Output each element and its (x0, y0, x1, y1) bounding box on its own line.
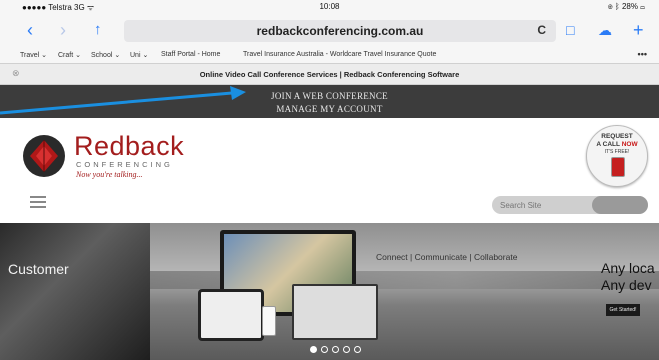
bookmark-folder-uni[interactable]: Uni ⌄ (130, 51, 148, 59)
search-box (492, 196, 648, 214)
phone-image (262, 306, 276, 336)
forward-icon[interactable]: › (60, 19, 66, 41)
ios-status-bar: ●●●●● Telstra 3G ᯤ 10:08 ⊛ ᛒ 28% ▭ (0, 0, 659, 14)
search-button[interactable] (592, 196, 648, 214)
bookmark-folder-school[interactable]: School ⌄ (91, 51, 120, 59)
search-input[interactable] (492, 196, 600, 214)
customer-slide-caption: Customer (8, 261, 69, 277)
slide-dot[interactable] (332, 346, 339, 353)
free-label: IT'S FREE! (604, 149, 630, 155)
brand-tagline: Now you're talking... (76, 170, 143, 179)
slide-dot[interactable] (321, 346, 328, 353)
hero-banner: Customer Connect | Communicate | Collabo… (0, 223, 659, 360)
icloud-tabs-icon[interactable]: ☁ (598, 19, 612, 41)
reload-icon[interactable]: C (537, 23, 546, 37)
url-text: redbackconferencing.com.au (256, 24, 424, 38)
site-header: Redback CONFERENCING Now you're talking.… (0, 118, 659, 223)
top-links-strip: JOIN A WEB CONFERENCE MANAGE MY ACCOUNT (0, 85, 659, 118)
clock: 10:08 (319, 2, 340, 11)
join-web-conference-link[interactable]: JOIN A WEB CONFERENCE (0, 91, 659, 101)
laptop-image (292, 284, 378, 340)
bookmark-staff-portal[interactable]: Staff Portal - Home (161, 51, 220, 58)
get-started-button[interactable]: Get Started! (606, 304, 640, 316)
slide-dot[interactable] (354, 346, 361, 353)
menu-icon[interactable] (30, 196, 46, 208)
request-call-button[interactable]: REQUEST A CALL NOW IT'S FREE! (586, 125, 648, 187)
bookmark-folder-craft[interactable]: Craft ⌄ (58, 51, 81, 59)
browser-screenshot: ●●●●● Telstra 3G ᯤ 10:08 ⊛ ᛒ 28% ▭ ‹ › ↑… (0, 0, 659, 360)
address-bar[interactable]: redbackconferencing.com.au C (124, 20, 556, 42)
bookmarks-bar: Travel ⌄ Craft ⌄ School ⌄ Uni ⌄ Staff Po… (0, 48, 659, 63)
tablet-image (198, 289, 264, 341)
request-call-label: REQUEST (601, 133, 633, 140)
slide-dot[interactable] (310, 346, 317, 353)
redback-logo-icon[interactable] (22, 134, 66, 178)
safari-toolbar: ‹ › ↑ redbackconferencing.com.au C □ ☁ + (0, 14, 659, 48)
phone-icon (611, 157, 625, 177)
slider-dots (310, 340, 365, 353)
hero-tagline: Connect | Communicate | Collaborate (376, 252, 518, 262)
new-tab-icon[interactable]: + (633, 19, 644, 41)
bookmark-folder-travel[interactable]: Travel ⌄ (20, 51, 47, 59)
back-icon[interactable]: ‹ (27, 19, 33, 41)
battery-indicator: ⊛ ᛒ 28% ▭ (607, 2, 645, 11)
call-now-label: A CALL NOW (596, 141, 638, 148)
brand-name[interactable]: Redback (74, 132, 184, 160)
hero-headline: Any loca Any dev (601, 260, 655, 293)
brand-subtitle: CONFERENCING (76, 160, 173, 169)
manage-account-link[interactable]: MANAGE MY ACCOUNT (0, 104, 659, 114)
tab-bar: ⊗ Online Video Call Conference Services … (0, 63, 659, 85)
more-bookmarks-icon[interactable]: ••• (638, 49, 647, 59)
bookmarks-icon[interactable]: □ (566, 19, 574, 41)
share-icon[interactable]: ↑ (94, 19, 102, 41)
tab-title[interactable]: Online Video Call Conference Services | … (0, 70, 659, 79)
slide-dot[interactable] (343, 346, 350, 353)
bookmark-travel-insurance[interactable]: Travel Insurance Australia - Worldcare T… (243, 51, 436, 58)
fern-photo (0, 223, 150, 360)
